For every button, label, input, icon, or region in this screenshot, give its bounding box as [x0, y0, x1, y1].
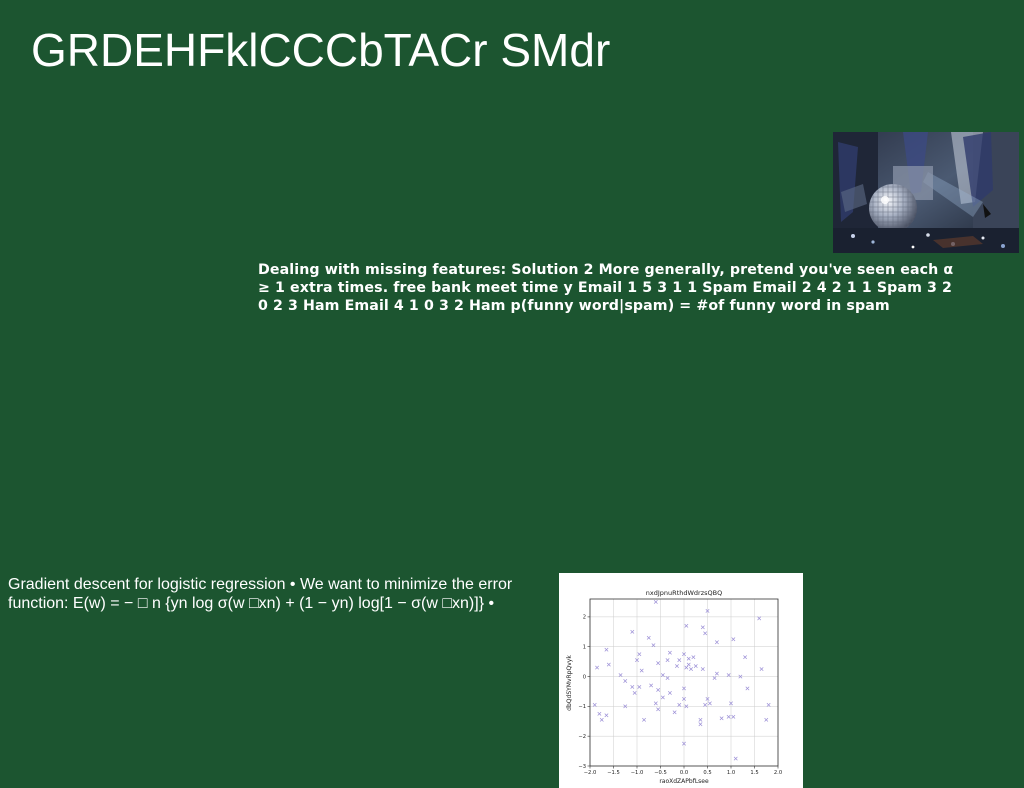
- data-point: [731, 637, 736, 642]
- data-point: [745, 686, 750, 691]
- data-point: [653, 701, 658, 706]
- data-point: [597, 711, 602, 716]
- data-point: [700, 625, 705, 630]
- x-tick-label: 0.5: [703, 770, 711, 776]
- x-tick-label: 1.0: [727, 770, 735, 776]
- data-point: [743, 655, 748, 660]
- x-tick-label: −2.0: [584, 770, 597, 776]
- data-point: [757, 616, 762, 621]
- data-point: [698, 717, 703, 722]
- y-tick-label: −2: [578, 734, 586, 740]
- gradient-descent-text: Gradient descent for logistic regression…: [8, 576, 513, 612]
- data-point: [623, 679, 628, 683]
- data-point: [604, 647, 609, 652]
- data-point: [606, 662, 611, 667]
- data-point: [672, 710, 677, 715]
- chart-ylabel: dbQdSYMvRpQvyk: [566, 655, 573, 711]
- data-point: [660, 673, 665, 677]
- data-point: [651, 643, 656, 648]
- data-point: [684, 623, 689, 628]
- data-point: [639, 668, 644, 673]
- data-point: [764, 717, 769, 722]
- data-point: [632, 690, 637, 695]
- data-point: [693, 664, 698, 669]
- data-point: [592, 702, 597, 707]
- y-tick-label: −3: [578, 764, 586, 770]
- data-point: [684, 665, 689, 670]
- data-point: [637, 652, 642, 657]
- y-tick-label: −1: [578, 704, 586, 710]
- data-point: [675, 664, 679, 669]
- data-point: [646, 635, 651, 640]
- data-point: [656, 661, 661, 666]
- data-point: [766, 702, 771, 707]
- x-tick-label: 0.0: [680, 770, 688, 776]
- data-point: [642, 717, 646, 722]
- data-point: [698, 722, 703, 727]
- y-tick-label: 0: [583, 674, 586, 680]
- data-point: [707, 701, 712, 706]
- chart-title: nxdJpnuRthdWdrzsQBQ: [646, 589, 722, 597]
- data-point: [759, 667, 764, 672]
- scatter-svg: −2.0 −1.5 −1.0 −0.5 0.0 0.5 1.0 1.5 2.0 2 1 0 −1 −2 −3…: [566, 589, 782, 785]
- data-point: [656, 688, 661, 692]
- missing-features-text: Dealing with missing features: Solution …: [258, 262, 954, 314]
- data-point: [703, 702, 708, 707]
- disco-ball-photo: [833, 132, 1019, 253]
- data-point: [686, 656, 691, 661]
- data-point: [667, 690, 672, 695]
- data-point: [665, 676, 670, 680]
- scatter-plot: −2.0 −1.5 −1.0 −0.5 0.0 0.5 1.0 1.5 2.0 2 1 0 −1 −2 −3…: [559, 573, 803, 788]
- data-point: [719, 716, 724, 721]
- data-point: [686, 662, 691, 667]
- y-tick-label: 2: [583, 615, 586, 621]
- data-point: [618, 673, 623, 677]
- data-point: [691, 655, 696, 660]
- x-tick-label: 2.0: [774, 770, 782, 776]
- x-tick-label: 1.5: [750, 770, 758, 776]
- data-point: [595, 665, 599, 670]
- chart-xlabel: raoXdZAPbfLsee: [659, 778, 709, 785]
- data-point: [677, 702, 682, 707]
- disco-ball-illustration: [833, 132, 1019, 253]
- data-point: [649, 683, 654, 688]
- x-tick-label: −1.5: [607, 770, 620, 776]
- data-point: [630, 685, 635, 689]
- data-point: [630, 629, 635, 634]
- data-point: [667, 650, 672, 655]
- data-point: [653, 600, 658, 604]
- data-point: [733, 756, 738, 761]
- y-tick-label: 1: [583, 645, 586, 651]
- data-point: [726, 673, 731, 677]
- data-point: [731, 714, 736, 719]
- slide-title: GRDEHFklCCCbTACr SMdr: [31, 24, 611, 76]
- x-tick-label: −1.0: [631, 770, 644, 776]
- data-point: [703, 631, 708, 636]
- data-point: [714, 640, 719, 645]
- data-point: [712, 676, 717, 680]
- data-point: [660, 695, 665, 700]
- data-point: [656, 707, 661, 712]
- data-point: [689, 667, 693, 672]
- data-point: [665, 658, 670, 663]
- data-point: [604, 713, 609, 718]
- data-point: [700, 667, 705, 672]
- data-point: [637, 685, 642, 689]
- data-point: [677, 658, 682, 663]
- data-point: [599, 717, 604, 722]
- x-tick-label: −0.5: [654, 770, 667, 776]
- data-point: [714, 671, 719, 676]
- data-point: [726, 714, 731, 719]
